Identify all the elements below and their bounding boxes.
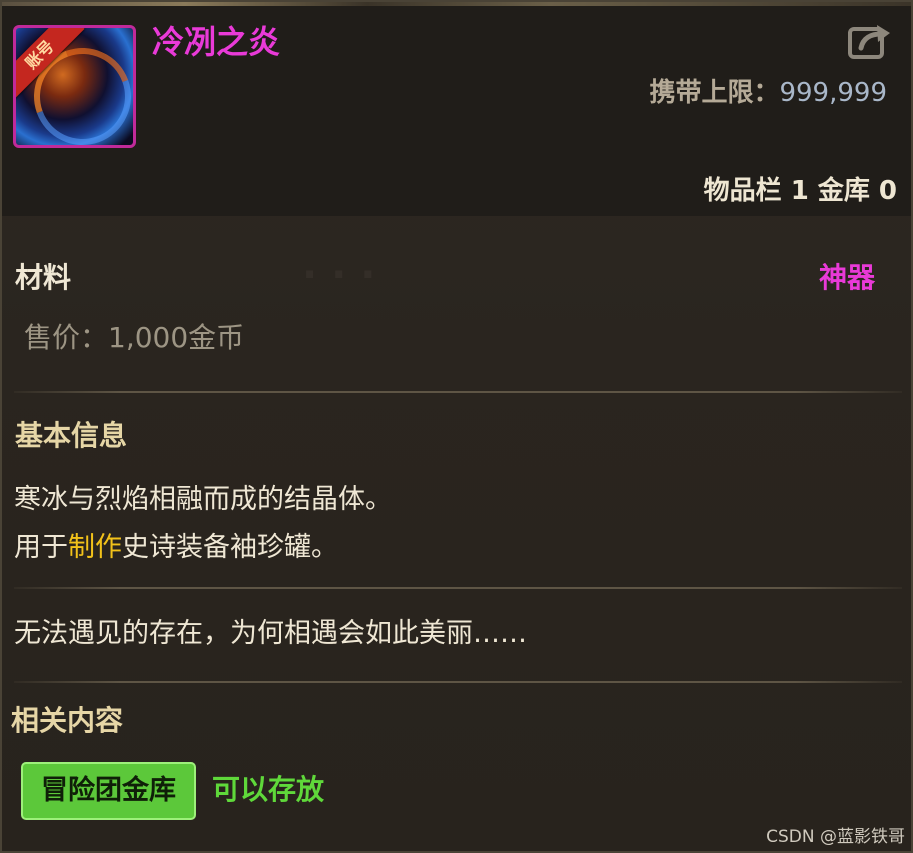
divider bbox=[14, 587, 902, 589]
divider bbox=[14, 391, 902, 393]
description-suffix: 史诗装备袖珍罐。 bbox=[122, 532, 338, 563]
item-category: 材料 bbox=[15, 261, 72, 294]
watermark: CSDN @蓝影铁哥 bbox=[766, 827, 905, 847]
description-line-2: 用于制作史诗装备袖珍罐。 bbox=[14, 530, 338, 566]
carry-limit: 携带上限：999,999 bbox=[649, 76, 887, 110]
item-name: 冷冽之炎 bbox=[152, 23, 281, 61]
carry-limit-value: 999,999 bbox=[779, 78, 887, 108]
sell-price: 售价：1,000金币 bbox=[24, 321, 245, 354]
related-content-title: 相关内容 bbox=[11, 704, 124, 737]
description-line-1: 寒冰与烈焰相融而成的结晶体。 bbox=[14, 484, 392, 515]
basic-info-title: 基本信息 bbox=[15, 419, 128, 452]
share-export-icon[interactable] bbox=[847, 20, 893, 62]
storage-status: 可以存放 bbox=[212, 773, 325, 806]
description-prefix: 用于 bbox=[14, 532, 68, 563]
adventure-vault-tag[interactable]: 冒险团金库 bbox=[21, 762, 196, 820]
item-rarity: 神器 bbox=[818, 261, 875, 294]
background-ghost-text: · · · bbox=[302, 252, 376, 298]
item-tooltip: · · · 账号 冷冽之炎 携带上限：999,999 物品栏 1 金库 0 材料… bbox=[0, 0, 913, 853]
flavor-text: 无法遇见的存在，为何相遇会如此美丽…… bbox=[14, 618, 527, 649]
divider bbox=[14, 681, 902, 683]
crafting-link[interactable]: 制作 bbox=[68, 532, 122, 563]
inventory-count: 物品栏 1 金库 0 bbox=[703, 176, 897, 206]
top-border bbox=[2, 2, 911, 6]
carry-limit-label: 携带上限： bbox=[649, 78, 780, 108]
item-icon[interactable]: 账号 bbox=[13, 25, 136, 148]
